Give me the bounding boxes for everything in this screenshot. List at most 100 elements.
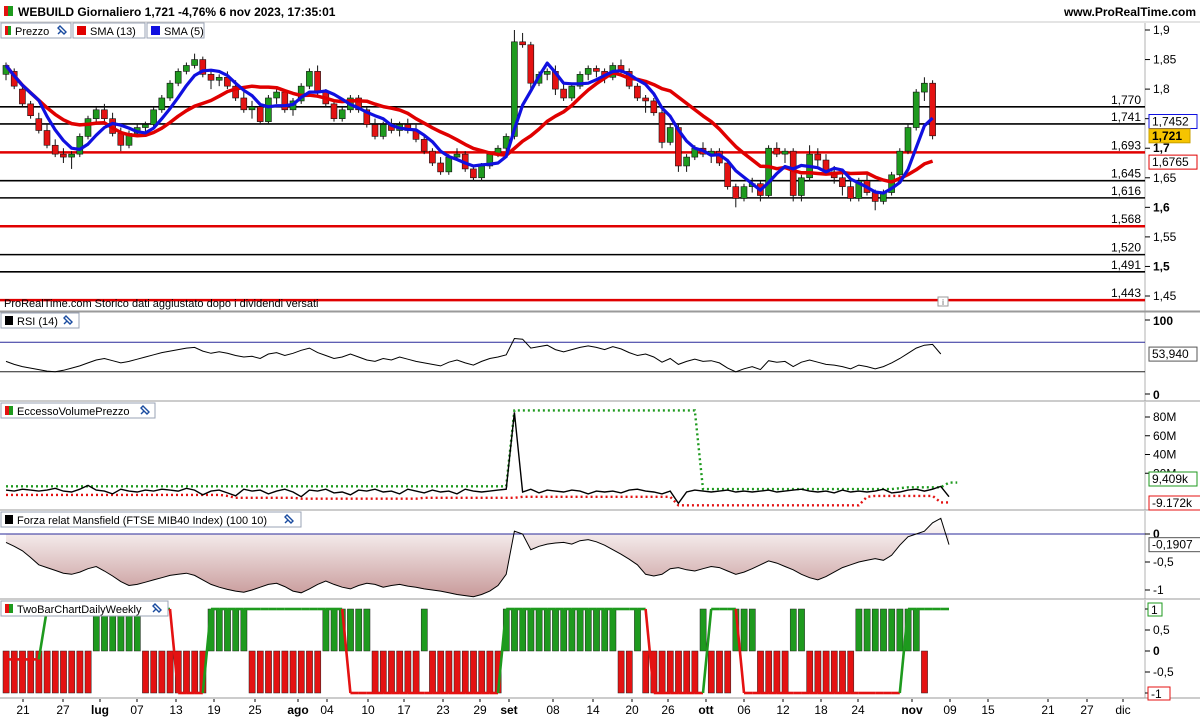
candle [560,88,567,99]
candle [51,144,59,155]
level-label: 1,693 [1111,138,1141,152]
x-tick-label: nov [901,703,923,717]
twobar-bar [921,650,928,694]
twobar-bar [363,608,371,652]
x-tick-label: 29 [473,703,487,717]
twobar-bar [707,650,715,694]
chart-canvas[interactable]: WEBUILD Giornaliero 1,721 -4,76% 6 nov 2… [0,0,1200,720]
twobar-bar [68,650,76,694]
twobar-bar [584,608,592,652]
candle [740,186,748,199]
candle [306,71,313,87]
mansfield-y-tick-label: -1 [1153,583,1164,597]
candle [150,109,157,125]
x-tick-label: 27 [1080,703,1094,717]
twobar-bar [847,650,855,694]
x-tick-label: lug [91,703,109,717]
twobar-bar [871,608,879,652]
x-tick-label: 10 [361,703,375,717]
site-link[interactable]: www.ProRealTime.com [1063,5,1196,19]
candle [642,97,649,102]
candle [773,147,781,155]
candle [35,118,43,131]
level-label: 1,520 [1111,241,1141,255]
candle [68,153,75,158]
twobar-bar [76,650,84,694]
price-legend: Prezzo SMA (13) SMA (5) [0,22,205,39]
twobar-bar [798,608,805,652]
twobar-bar [142,650,149,694]
x-tick-label: 12 [776,703,790,717]
twobar-bar [420,608,428,652]
candle [765,147,772,196]
twobar-bar [347,608,354,652]
twobar-bar [281,650,289,694]
candle [839,177,846,187]
sma5-legend-swatch [151,26,160,35]
candle [27,103,34,117]
price-y-tick-label: 1,85 [1153,53,1177,67]
candle [904,127,912,152]
twobar-bar [789,608,797,652]
sma13-last-value: 1,6765 [1152,155,1189,169]
price-y-tick-label: 1,45 [1153,289,1177,303]
x-tick-label: 17 [397,703,411,717]
twobar-bar [675,650,682,694]
twobar-bar [379,650,387,694]
x-tick-label: ott [698,703,713,717]
twobar-bar [306,650,313,694]
twobar-y-tick-label: -0,5 [1153,665,1174,679]
candle [798,177,805,196]
twobar-top-value: 1 [1151,603,1158,617]
candle [371,124,379,137]
twobar-bar [748,608,756,652]
candle [543,71,551,75]
candle [568,85,576,99]
twobar-bar [765,650,773,694]
candle [584,68,592,75]
info-icon[interactable]: i [937,296,949,307]
mansfield-last-value: -0,1907 [1152,538,1193,552]
x-tick-label: 06 [737,703,751,717]
twobar-bar [511,608,518,652]
twobar-bar [51,650,59,694]
candle [478,165,485,179]
twobar-bar [224,608,231,652]
candle [330,103,338,119]
candle [76,136,84,155]
rsi-legend: RSI (14) [0,312,80,329]
price-y-tick-label: 1,55 [1153,230,1177,244]
twobar-bar [166,650,174,694]
x-tick-label: 26 [661,703,675,717]
twobar-bar [625,650,633,694]
twobar-bar [724,650,732,694]
candle [215,76,223,81]
twobar-bar [806,650,814,694]
candle [84,118,92,137]
candle [420,139,428,152]
x-tick-label: 08 [546,703,560,717]
twobar-bar [60,650,67,694]
twobar-bar [2,650,10,694]
level-label: 1,645 [1111,167,1141,181]
candle [912,91,920,128]
twobar-bar [412,650,420,694]
twobar-bar [888,608,896,652]
candle [921,82,928,93]
candle [658,112,666,143]
twobar-bar [289,650,297,694]
twobar-bar [453,650,461,694]
twobar-bar [396,650,404,694]
twobar-bar [355,608,363,652]
twobar-bar [576,608,584,652]
chart-window: WEBUILD Giornaliero 1,721 -4,76% 6 nov 2… [0,0,1200,720]
volume-y-tick-label: 40M [1153,448,1176,462]
x-tick-label: 07 [130,703,144,717]
candle [593,68,600,72]
twobar-bar [535,608,543,652]
candle [92,109,100,119]
twobar-bar [191,650,199,694]
x-tick-label: set [500,703,517,717]
candle [117,133,125,146]
candle [379,124,387,137]
